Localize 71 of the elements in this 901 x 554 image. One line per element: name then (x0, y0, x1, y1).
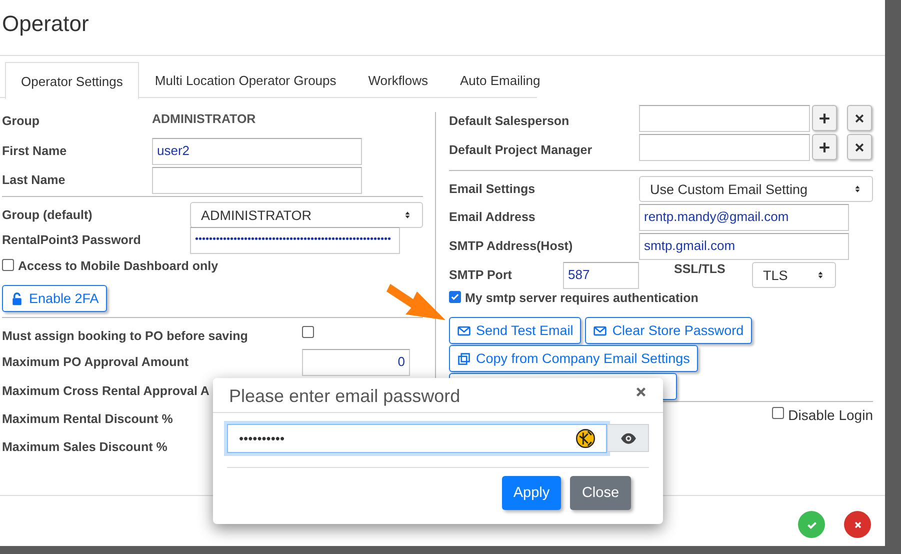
add-button[interactable] (812, 105, 837, 131)
field-label: Default Project Manager (449, 143, 592, 157)
field-label: Email Settings (449, 182, 536, 196)
input-field[interactable] (639, 105, 810, 132)
close-icon (854, 142, 865, 152)
checkbox[interactable] (449, 291, 461, 303)
input-field[interactable]: rentp.mandy@gmail.com (639, 204, 849, 231)
field-label: Group (2, 114, 40, 128)
tab[interactable]: Auto Emailing (444, 62, 556, 98)
field-label: Last Name (2, 173, 66, 187)
clear-button[interactable] (847, 134, 872, 160)
field-label: Default Salesperson (449, 114, 570, 128)
group-value: ADMINISTRATOR (152, 112, 256, 126)
dialog-title: Operator (0, 0, 885, 56)
plus-icon (818, 112, 831, 124)
lock-icon (10, 292, 24, 306)
envelope-icon (457, 324, 471, 338)
tab[interactable]: Workflows (352, 62, 444, 98)
pointer-arrow-drawing (384, 282, 448, 322)
tab[interactable]: Operator Settings (5, 62, 139, 99)
field-label: Must assign booking to PO before saving (2, 329, 248, 343)
input-field[interactable]: smtp.gmail.com (639, 233, 849, 260)
field-label: Group (default) (2, 208, 92, 222)
add-button[interactable] (812, 134, 837, 160)
close-icon (635, 386, 647, 398)
select-dropdown[interactable]: Use Custom Email Setting (639, 176, 873, 202)
select-dropdown[interactable]: TLS (752, 262, 836, 288)
input-field[interactable]: 587 (563, 262, 639, 289)
input-field[interactable] (152, 167, 362, 194)
envelope-icon (593, 324, 608, 338)
cancel-button[interactable] (844, 511, 871, 538)
field-label: First Name (2, 144, 67, 158)
close-icon (854, 112, 865, 124)
field-label: RentalPoint3 Password (2, 233, 141, 247)
checkbox-label: Access to Mobile Dashboard only (18, 259, 218, 273)
checkbox-label: Disable Login (788, 407, 873, 423)
field-label: Maximum Rental Discount % (2, 412, 173, 426)
modal-title: Please enter email password (229, 386, 460, 408)
action-button[interactable]: Clear Store Password (585, 317, 752, 344)
field-label: SMTP Address(Host) (449, 239, 573, 253)
apply-button[interactable]: Apply (502, 476, 561, 510)
field-label: Maximum Cross Rental Approval A (2, 384, 210, 398)
password-field[interactable]: •••••••••• (227, 424, 607, 453)
field-label: Maximum PO Approval Amount (2, 355, 189, 369)
action-button[interactable]: Send Test Email (449, 317, 582, 344)
input-field[interactable]: 0 (302, 349, 410, 376)
checkbox[interactable] (772, 407, 784, 419)
field-label: SSL/TLS (673, 262, 726, 276)
field-label: SMTP Port (449, 268, 512, 282)
show-password-button[interactable] (607, 424, 649, 452)
plus-icon (818, 140, 831, 154)
clear-button[interactable] (847, 105, 872, 131)
copy-icon (457, 352, 471, 366)
close-icon (852, 520, 862, 530)
checkbox[interactable] (2, 259, 14, 271)
checkbox[interactable] (302, 326, 314, 338)
action-button[interactable]: Copy from Company Email Settings (449, 345, 698, 372)
field-label: Maximum Sales Discount % (2, 440, 168, 454)
action-button[interactable]: Enable 2FA (2, 285, 107, 312)
password-field[interactable]: •••••••••••••••••••••••••••••••••••••••••••••••••••••••• (190, 227, 400, 254)
updown-arrows-icon (403, 209, 412, 221)
tab[interactable]: Multi Location Operator Groups (138, 62, 352, 98)
updown-arrows-icon (853, 183, 862, 195)
close-button[interactable]: Close (570, 476, 631, 510)
check-icon (450, 292, 460, 302)
field-label: Email Address (449, 210, 536, 224)
updown-arrows-icon (816, 269, 825, 281)
select-dropdown[interactable]: ADMINISTRATOR (190, 202, 423, 228)
input-field[interactable] (639, 134, 810, 161)
checkbox-label: My smtp server requires authentication (465, 291, 698, 305)
input-field[interactable]: user2 (152, 138, 362, 165)
